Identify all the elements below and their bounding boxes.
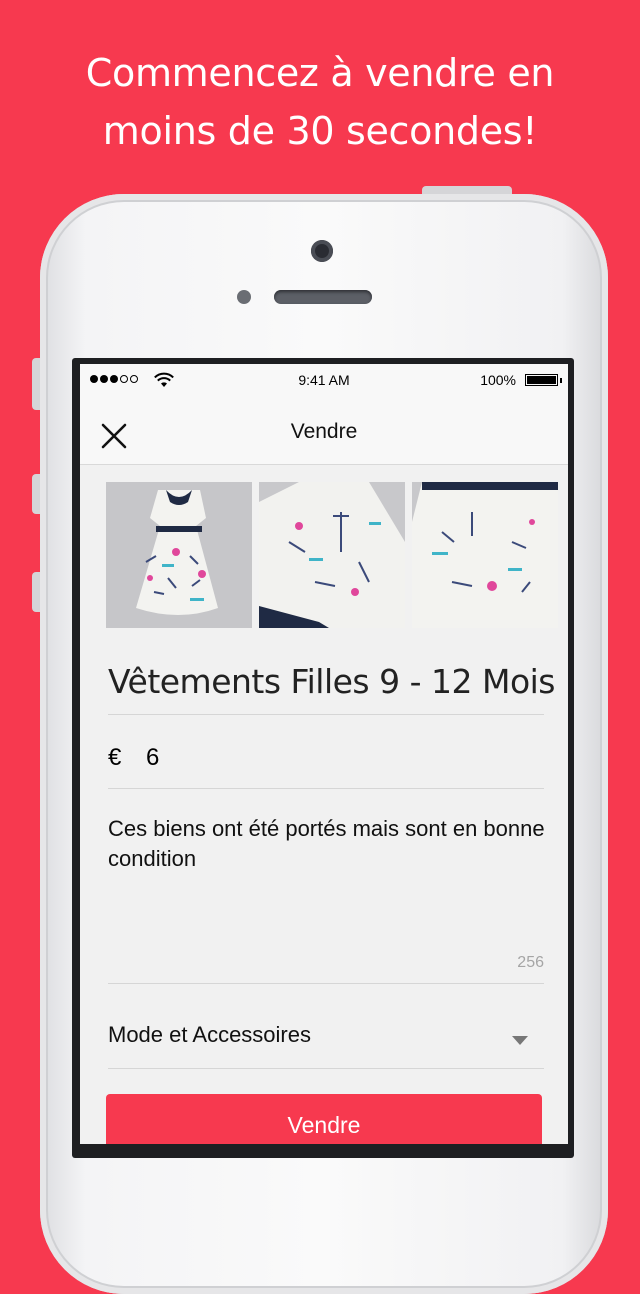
dress-photo-detail[interactable] [412, 482, 558, 628]
sell-button[interactable]: Vendre [106, 1094, 542, 1144]
price-value: 6 [146, 744, 160, 771]
listing-title-field[interactable]: Vêtements Filles 9 - 12 Mois [108, 662, 556, 701]
category-select[interactable]: Mode et Accessoires [108, 1022, 311, 1048]
earpiece-speaker [274, 290, 372, 304]
price-divider [108, 788, 544, 789]
proximity-sensor [237, 290, 251, 304]
chevron-down-icon[interactable] [512, 1036, 528, 1045]
character-counter: 256 [517, 954, 544, 971]
status-bar: 9:41 AM 100% [80, 364, 568, 396]
navigation-bar: Vendre [80, 396, 568, 465]
headline-line-2: moins de 30 secondes! [102, 109, 538, 153]
page-title: Vendre [290, 420, 358, 443]
headline-line-1: Commencez à vendre en [85, 51, 555, 95]
title-divider [108, 714, 544, 715]
app-screen: 9:41 AM 100% Vendre Vêtements Filles 9 -… [80, 364, 568, 1144]
description-field[interactable]: Ces biens ont été portés mais sont en bo… [108, 814, 548, 874]
description-divider [108, 983, 544, 984]
category-divider [108, 1068, 544, 1069]
dress-photo-back[interactable] [259, 482, 405, 628]
battery-tip [560, 378, 562, 383]
photo-strip[interactable] [106, 482, 558, 628]
promo-headline: Commencez à vendre en moins de 30 second… [0, 44, 640, 160]
battery-icon [525, 374, 558, 386]
battery-percentage: 100% [480, 372, 516, 388]
front-camera [311, 240, 333, 262]
price-field[interactable]: € 6 [108, 744, 159, 772]
dress-photo-front[interactable] [106, 482, 252, 628]
currency-symbol: € [108, 744, 122, 771]
